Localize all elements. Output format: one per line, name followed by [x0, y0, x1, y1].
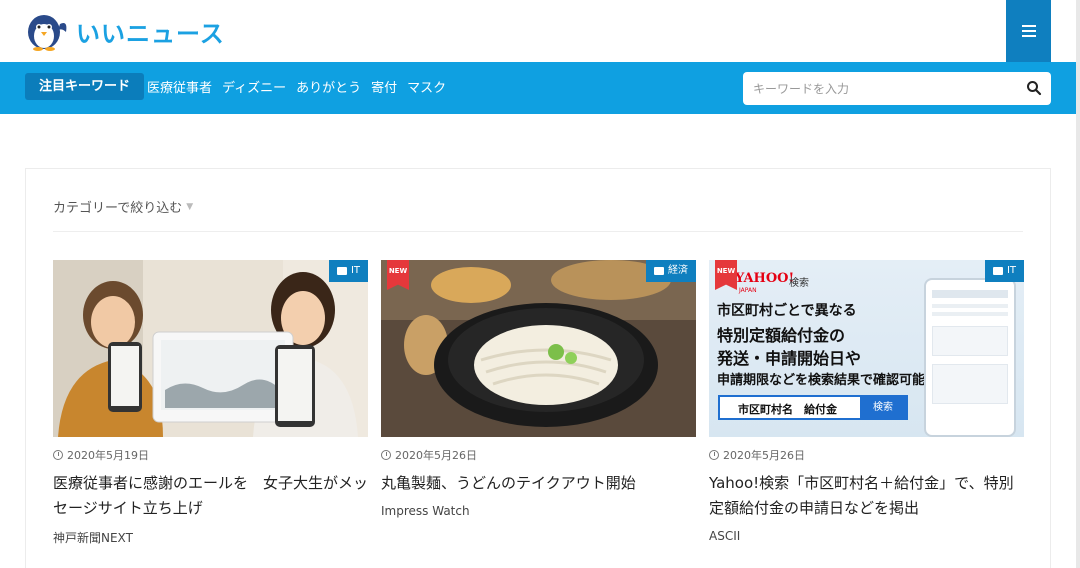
article-card[interactable]: YAHOO! JAPAN 検索 市区町村ごとで異なる 特別定額給付金の 発送・申… — [709, 260, 1024, 543]
date-text: 2020年5月19日 — [67, 449, 149, 462]
article-source: 神戸新聞NEXT — [53, 531, 133, 545]
date-text: 2020年5月26日 — [395, 449, 477, 462]
category-label: IT — [350, 265, 360, 276]
site-header: いいニュース — [0, 0, 1080, 62]
keyword-link[interactable]: ディズニー — [222, 77, 286, 96]
yahoo-logo: YAHOO! — [735, 271, 795, 286]
category-label: 経済 — [668, 265, 688, 276]
banner-search-button: 検索 — [860, 397, 906, 418]
banner-search-query: 市区町村名 給付金 — [738, 403, 837, 416]
clock-icon — [53, 450, 63, 460]
article-card[interactable]: IT 2020年5月19日 医療従事者に感謝のエールを 女子大生がメッセージサイ… — [53, 260, 368, 546]
article-title[interactable]: Yahoo!検索「市区町村名＋給付金」で、特別定額給付金の申請日などを掲出 — [709, 471, 1024, 521]
yahoo-logo-sub: JAPAN — [739, 287, 757, 294]
article-source: Impress Watch — [381, 504, 470, 518]
search-input[interactable] — [743, 72, 1013, 105]
article-title[interactable]: 医療従事者に感謝のエールを 女子大生がメッセージサイト立ち上げ — [53, 471, 368, 521]
category-badge[interactable]: 経済 — [646, 260, 696, 282]
article-source: ASCII — [709, 529, 741, 543]
keyword-link[interactable]: マスク — [407, 77, 446, 96]
date-text: 2020年5月26日 — [723, 449, 805, 462]
scrollbar-track[interactable] — [1076, 0, 1080, 568]
category-filter[interactable]: カテゴリーで絞り込む ▼ — [53, 197, 193, 216]
keyword-link[interactable]: 医療従事者 — [147, 77, 212, 96]
site-logo[interactable]: いいニュース — [24, 10, 225, 52]
keyword-bar: 注目キーワード 医療従事者 ディズニー ありがとう 寄付 マスク — [0, 62, 1076, 114]
keyword-link[interactable]: 寄付 — [371, 77, 397, 96]
banner-searchbox: 市区町村名 給付金 検索 — [718, 395, 908, 420]
yahoo-search-label: 検索 — [789, 278, 809, 289]
banner-line: 発送・申請開始日や — [717, 349, 862, 368]
banner-line: 特別定額給付金の — [717, 326, 846, 345]
students-photo — [53, 260, 368, 437]
category-label: IT — [1006, 265, 1016, 276]
hamburger-icon — [1021, 22, 1036, 40]
article-date: 2020年5月26日 — [381, 447, 696, 463]
site-name: いいニュース — [76, 19, 225, 48]
penguin-mascot-icon — [28, 15, 67, 51]
article-card[interactable]: NEW 経済 2020年5月26日 丸亀製麺、うどんのテイクアウト開始 Impr… — [381, 260, 696, 518]
category-badge[interactable]: IT — [984, 260, 1024, 282]
article-thumbnail[interactable]: IT — [53, 260, 368, 437]
folder-icon — [336, 267, 347, 275]
folder-icon — [992, 267, 1003, 275]
keyword-links: 医療従事者 ディズニー ありがとう 寄付 マスク — [147, 73, 446, 100]
udon-photo — [381, 260, 696, 437]
article-thumbnail[interactable]: YAHOO! JAPAN 検索 市区町村ごとで異なる 特別定額給付金の 発送・申… — [709, 260, 1024, 437]
keyword-link[interactable]: ありがとう — [296, 77, 361, 96]
menu-button[interactable] — [1006, 0, 1051, 62]
divider — [53, 231, 1023, 232]
banner-line: 申請期限などを検索結果で確認可能 — [717, 373, 926, 388]
clock-icon — [709, 450, 719, 460]
search-icon[interactable] — [1026, 80, 1042, 96]
keyword-label: 注目キーワード — [25, 73, 145, 100]
phone-mockup — [924, 278, 1016, 437]
category-filter-label: カテゴリーで絞り込む — [53, 201, 183, 216]
clock-icon — [381, 450, 391, 460]
article-date: 2020年5月19日 — [53, 447, 368, 463]
article-title[interactable]: 丸亀製麺、うどんのテイクアウト開始 — [381, 471, 696, 496]
article-thumbnail[interactable]: NEW 経済 — [381, 260, 696, 437]
article-date: 2020年5月26日 — [709, 447, 1024, 463]
folder-icon — [654, 267, 664, 275]
article-list-panel: カテゴリーで絞り込む ▼ IT 2020年5月19日 医療従事者に感謝のエールを… — [25, 168, 1051, 568]
category-badge[interactable]: IT — [328, 260, 368, 282]
caret-down-icon: ▼ — [186, 201, 194, 212]
banner-line: 市区町村ごとで異なる — [717, 303, 857, 319]
search-box — [743, 72, 1051, 105]
